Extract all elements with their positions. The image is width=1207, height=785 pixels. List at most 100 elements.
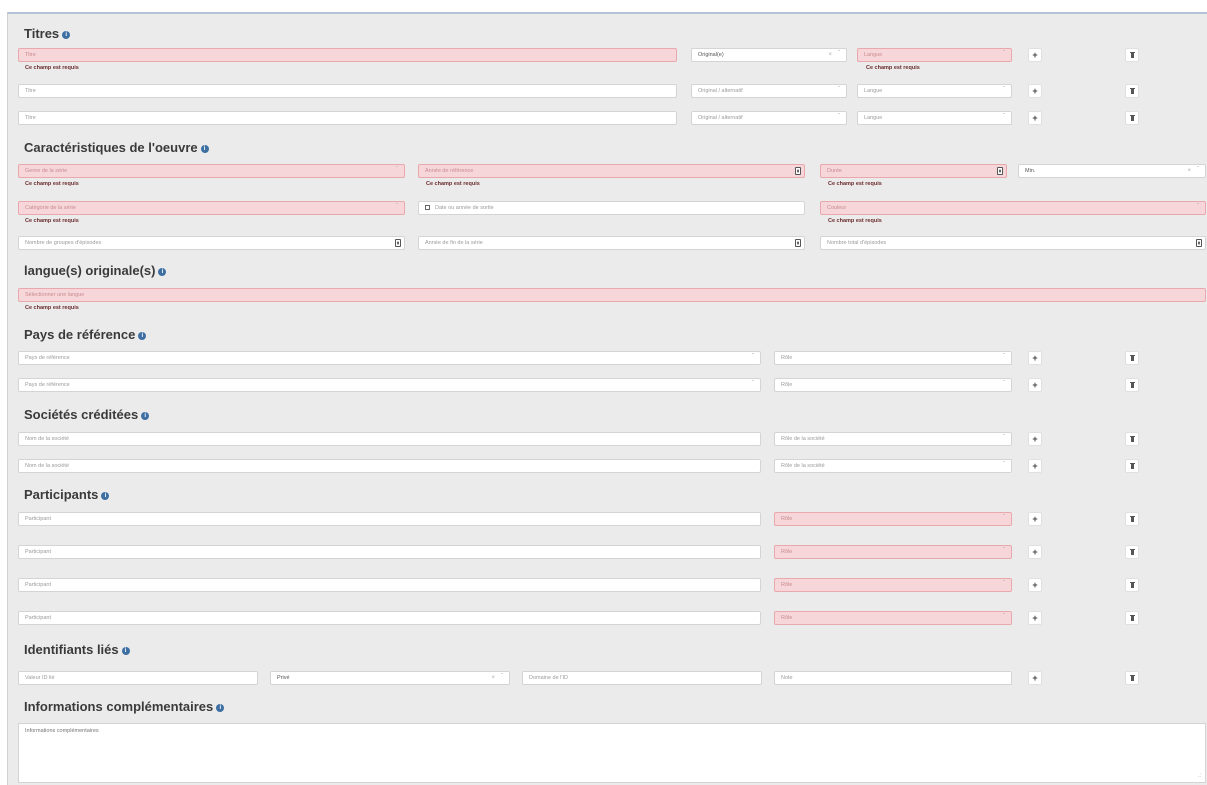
clear-icon[interactable]: ×: [828, 49, 832, 61]
titre-input-1[interactable]: Titre: [18, 48, 677, 62]
trash-icon[interactable]: [1125, 671, 1139, 685]
add-participant-button[interactable]: +: [1028, 611, 1042, 625]
required-message: Ce champ est requis: [25, 218, 79, 224]
trash-icon[interactable]: [1125, 111, 1139, 125]
info-icon[interactable]: i: [158, 267, 167, 276]
info-icon[interactable]: i: [200, 144, 209, 153]
section-title-langues-label: langue(s) originale(s): [24, 263, 156, 278]
annee-fin-input[interactable]: Année de fin de la série: [418, 236, 805, 250]
pays-reference-select-1[interactable]: Pays de référence ˇ: [18, 351, 761, 365]
info-icon[interactable]: i: [62, 30, 71, 39]
add-participant-button[interactable]: +: [1028, 512, 1042, 526]
titre-input-3[interactable]: Titre: [18, 111, 677, 125]
langue-titre-select-1[interactable]: Langue ˇ: [857, 48, 1012, 62]
participant-input-4[interactable]: Participant: [18, 611, 761, 625]
caret-down-icon: ˇ: [1003, 381, 1005, 387]
add-pays-button[interactable]: +: [1028, 378, 1042, 392]
visibilite-id-select[interactable]: Privé × ˇ: [270, 671, 510, 685]
add-pays-button[interactable]: +: [1028, 351, 1042, 365]
trash-icon[interactable]: [1125, 351, 1139, 365]
trash-icon[interactable]: [1125, 432, 1139, 446]
add-participant-button[interactable]: +: [1028, 578, 1042, 592]
societe-nom-input-2[interactable]: Nom de la société: [18, 459, 761, 473]
type-titre-select-2[interactable]: Original / alternatif ˇ: [691, 84, 847, 98]
clear-icon[interactable]: ×: [491, 672, 495, 684]
info-icon[interactable]: i: [101, 491, 110, 500]
role-pays-select-2[interactable]: Rôle ˇ: [774, 378, 1012, 392]
info-icon[interactable]: i: [121, 646, 130, 655]
date-sortie-input-placeholder: Date ou année de sortie: [435, 205, 494, 211]
genre-serie-select-placeholder: Genre de la série: [25, 168, 68, 174]
langue-titre-select-3-placeholder: Langue: [864, 115, 883, 121]
add-identifiant-button[interactable]: +: [1028, 671, 1042, 685]
calendar-icon[interactable]: [425, 205, 430, 211]
participant-role-select-4[interactable]: Rôle ˇ: [774, 611, 1012, 625]
spinner-icon[interactable]: [395, 239, 401, 247]
langue-originale-select[interactable]: Sélectionner une langue: [18, 288, 1206, 302]
unite-duree-select-value: Min.: [1025, 168, 1036, 174]
societe-role-select-2[interactable]: Rôle de la société ˇ: [774, 459, 1012, 473]
genre-serie-select[interactable]: Genre de la série ˇ: [18, 164, 405, 178]
caret-down-icon: ˇ: [1003, 515, 1005, 521]
titre-input-2[interactable]: Titre: [18, 84, 677, 98]
type-titre-select-3[interactable]: Original / alternatif ˇ: [691, 111, 847, 125]
resize-grip-icon[interactable]: .:: [1198, 773, 1201, 779]
add-societe-button[interactable]: +: [1028, 432, 1042, 446]
add-titre-button[interactable]: +: [1028, 111, 1042, 125]
trash-icon[interactable]: [1125, 611, 1139, 625]
date-sortie-input[interactable]: Date ou année de sortie: [418, 201, 805, 215]
trash-icon[interactable]: [1125, 378, 1139, 392]
add-participant-button[interactable]: +: [1028, 545, 1042, 559]
duree-input[interactable]: Durée: [820, 164, 1007, 178]
section-title-participants-label: Participants: [24, 487, 99, 502]
langue-titre-select-2[interactable]: Langue ˇ: [857, 84, 1012, 98]
trash-icon[interactable]: [1125, 48, 1139, 62]
valeur-id-input[interactable]: Valeur ID lié: [18, 671, 258, 685]
nombre-groupes-input[interactable]: Nombre de groupes d'épisodes: [18, 236, 405, 250]
societe-role-select-1-placeholder: Rôle de la société: [781, 436, 825, 442]
participant-input-1[interactable]: Participant: [18, 512, 761, 526]
clear-icon[interactable]: ×: [1187, 165, 1191, 177]
trash-icon[interactable]: [1125, 459, 1139, 473]
add-societe-button[interactable]: +: [1028, 459, 1042, 473]
informations-complementaires-textarea[interactable]: [18, 723, 1206, 783]
section-title-caracteristiques-label: Caractéristiques de l'oeuvre: [24, 140, 198, 155]
spinner-icon[interactable]: [997, 167, 1003, 175]
categorie-serie-select[interactable]: Catégorie de la série ˇ: [18, 201, 405, 215]
societe-nom-input-1[interactable]: Nom de la société: [18, 432, 761, 446]
unite-duree-select[interactable]: Min. × ˇ: [1018, 164, 1206, 178]
nombre-episodes-input[interactable]: Nombre total d'épisodes: [820, 236, 1206, 250]
spinner-icon[interactable]: [795, 167, 801, 175]
trash-icon[interactable]: [1125, 578, 1139, 592]
trash-icon[interactable]: [1125, 545, 1139, 559]
langue-titre-select-3[interactable]: Langue ˇ: [857, 111, 1012, 125]
spinner-icon[interactable]: [1196, 239, 1202, 247]
note-id-input[interactable]: Note: [774, 671, 1012, 685]
annee-reference-input[interactable]: Année de référence: [418, 164, 805, 178]
add-titre-button[interactable]: +: [1028, 48, 1042, 62]
note-id-input-placeholder: Note: [781, 675, 793, 681]
spinner-icon[interactable]: [795, 239, 801, 247]
info-icon[interactable]: i: [138, 331, 147, 340]
info-icon[interactable]: i: [216, 703, 225, 712]
role-pays-select-1[interactable]: Rôle ˇ: [774, 351, 1012, 365]
info-icon[interactable]: i: [141, 411, 150, 420]
trash-icon[interactable]: [1125, 512, 1139, 526]
add-titre-button[interactable]: +: [1028, 84, 1042, 98]
participant-role-select-1[interactable]: Rôle ˇ: [774, 512, 1012, 526]
participant-input-2-placeholder: Participant: [25, 549, 51, 555]
caret-down-icon: ˇ: [396, 167, 398, 173]
participant-input-2[interactable]: Participant: [18, 545, 761, 559]
type-titre-select-1[interactable]: Original(e) × ˇ: [691, 48, 847, 62]
participant-input-3[interactable]: Participant: [18, 578, 761, 592]
valeur-id-input-placeholder: Valeur ID lié: [25, 675, 55, 681]
trash-icon[interactable]: [1125, 84, 1139, 98]
required-message: Ce champ est requis: [25, 65, 79, 71]
participant-role-select-1-placeholder: Rôle: [781, 516, 793, 522]
pays-reference-select-2[interactable]: Pays de référence ˇ: [18, 378, 761, 392]
participant-role-select-2[interactable]: Rôle ˇ: [774, 545, 1012, 559]
couleur-select[interactable]: Couleur ˇ: [820, 201, 1206, 215]
domaine-id-input[interactable]: Domaine de l'ID: [522, 671, 762, 685]
societe-role-select-1[interactable]: Rôle de la société ˇ: [774, 432, 1012, 446]
participant-role-select-3[interactable]: Rôle ˇ: [774, 578, 1012, 592]
